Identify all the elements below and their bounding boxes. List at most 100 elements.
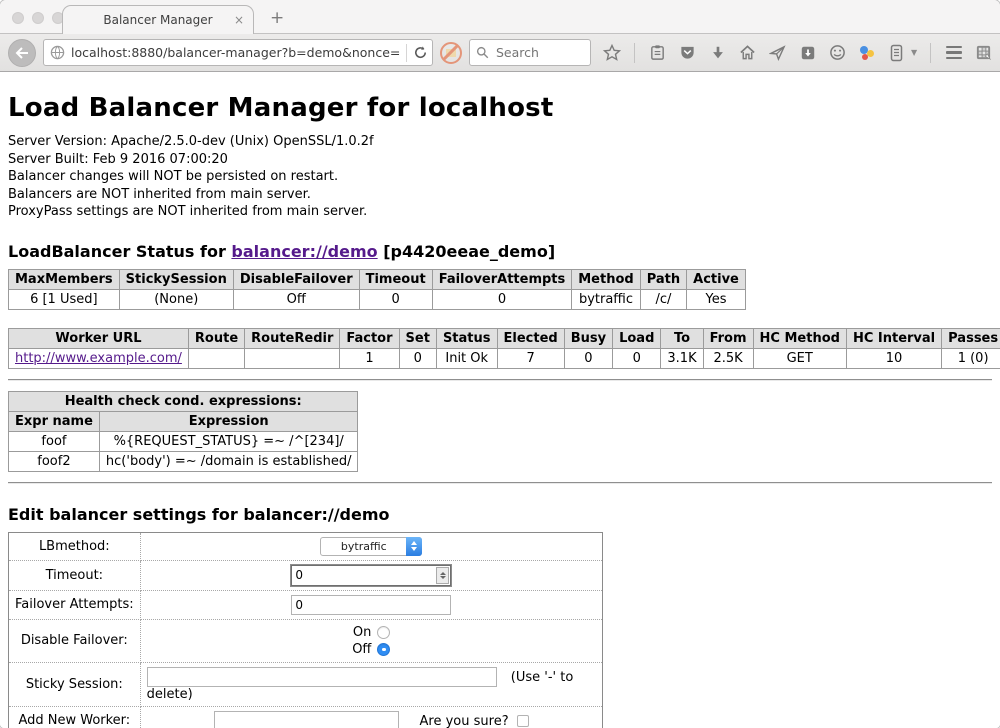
col-to: To bbox=[661, 328, 703, 348]
send-plane-icon[interactable] bbox=[768, 43, 787, 62]
disable-failover-radios: On Off bbox=[352, 624, 390, 658]
lbmethod-row: LBmethod: bytraffic bbox=[9, 532, 603, 560]
health-table-row: foof2 hc('body') =~ /domain is establish… bbox=[9, 451, 358, 471]
toolbar-divider bbox=[634, 43, 635, 63]
add-worker-label: Add New Worker: bbox=[9, 706, 141, 728]
timeout-label: Timeout: bbox=[9, 560, 141, 590]
col-failoverattempts: FailoverAttempts bbox=[432, 269, 572, 289]
number-spinner-icon[interactable] bbox=[436, 567, 449, 584]
chevron-down-icon[interactable]: ▼ bbox=[911, 48, 917, 57]
radio-on[interactable] bbox=[377, 626, 390, 639]
window-controls[interactable] bbox=[12, 12, 64, 24]
expr-name-foof: foof bbox=[9, 431, 100, 451]
val-route bbox=[188, 348, 244, 368]
tab-balancer-manager[interactable]: Balancer Manager × bbox=[62, 5, 254, 34]
search-icon bbox=[476, 46, 489, 59]
col-passes: Passes bbox=[942, 328, 1000, 348]
worker-url-link[interactable]: http://www.example.com/ bbox=[15, 351, 182, 366]
col-routeredir: RouteRedir bbox=[245, 328, 340, 348]
val-hc-interval: 10 bbox=[846, 348, 941, 368]
lbmethod-select[interactable]: bytraffic bbox=[320, 537, 422, 556]
minimize-window-button[interactable] bbox=[32, 12, 44, 24]
timeout-input-wrap bbox=[291, 565, 451, 586]
script-blocked-icon[interactable] bbox=[440, 42, 462, 64]
val-load: 0 bbox=[613, 348, 661, 368]
feedback-smiley-icon[interactable] bbox=[828, 43, 847, 62]
search-input[interactable] bbox=[494, 44, 584, 61]
col-from: From bbox=[703, 328, 753, 348]
col-set: Set bbox=[399, 328, 436, 348]
status-heading-suffix: [p4420eeae_demo] bbox=[378, 242, 556, 261]
col-factor: Factor bbox=[340, 328, 399, 348]
back-arrow-icon bbox=[15, 47, 29, 59]
select-stepper-icon bbox=[406, 537, 422, 556]
col-elected: Elected bbox=[497, 328, 564, 348]
server-version-line: Server Version: Apache/2.5.0-dev (Unix) … bbox=[8, 133, 992, 151]
notes-list-icon[interactable] bbox=[887, 43, 906, 62]
worker-url-cell: http://www.example.com/ bbox=[9, 348, 189, 368]
url-text[interactable]: localhost:8880/balancer-manager?b=demo&n… bbox=[71, 45, 400, 60]
page-content: Load Balancer Manager for localhost Serv… bbox=[0, 93, 1000, 728]
search-bar[interactable] bbox=[469, 39, 591, 66]
back-button[interactable] bbox=[8, 39, 36, 67]
menu-hamburger-icon[interactable] bbox=[944, 43, 963, 62]
browser-window: Balancer Manager × + localhost:8880/bala… bbox=[0, 0, 1000, 728]
balancer-table-row: 6 [1 Used] (None) Off 0 0 bytraffic /c/ … bbox=[9, 289, 746, 309]
add-worker-input[interactable] bbox=[214, 711, 399, 728]
col-stickysession: StickySession bbox=[119, 269, 233, 289]
val-disablefailover: Off bbox=[233, 289, 359, 309]
lbmethod-label: LBmethod: bbox=[9, 532, 141, 560]
new-tab-button[interactable]: + bbox=[270, 8, 284, 28]
col-method: Method bbox=[572, 269, 640, 289]
toolbar-icons: ▼ bbox=[602, 43, 993, 63]
proxypass-note-line: ProxyPass settings are NOT inherited fro… bbox=[8, 203, 992, 221]
are-you-sure-checkbox[interactable] bbox=[517, 715, 529, 727]
val-timeout: 0 bbox=[359, 289, 432, 309]
download-panel-icon[interactable] bbox=[798, 43, 817, 62]
tab-close-icon[interactable]: × bbox=[234, 13, 244, 27]
col-worker-url: Worker URL bbox=[9, 328, 189, 348]
col-active: Active bbox=[687, 269, 746, 289]
close-window-button[interactable] bbox=[12, 12, 24, 24]
sticky-session-row: Sticky Session: (Use '-' to delete) bbox=[9, 662, 603, 706]
edit-balancer-heading: Edit balancer settings for balancer://de… bbox=[8, 505, 992, 524]
col-status: Status bbox=[436, 328, 497, 348]
pocket-icon[interactable] bbox=[678, 43, 697, 62]
timeout-input[interactable] bbox=[292, 568, 436, 582]
val-hc-method: GET bbox=[753, 348, 846, 368]
val-routeredir bbox=[245, 348, 340, 368]
val-active: Yes bbox=[687, 289, 746, 309]
col-load: Load bbox=[613, 328, 661, 348]
col-hc-interval: HC Interval bbox=[846, 328, 941, 348]
val-elected: 7 bbox=[497, 348, 564, 368]
home-icon[interactable] bbox=[738, 43, 757, 62]
sticky-session-input[interactable] bbox=[147, 667, 497, 687]
sticky-session-label: Sticky Session: bbox=[9, 662, 141, 706]
balancer-demo-link[interactable]: balancer://demo bbox=[231, 242, 377, 261]
screenshot-grid-icon[interactable] bbox=[974, 43, 993, 62]
url-bar[interactable]: localhost:8880/balancer-manager?b=demo&n… bbox=[43, 39, 433, 66]
col-maxmembers: MaxMembers bbox=[9, 269, 120, 289]
disable-failover-label: Disable Failover: bbox=[9, 619, 141, 662]
add-worker-row: Add New Worker: Are you sure? bbox=[9, 706, 603, 728]
lbmethod-selected-value: bytraffic bbox=[321, 540, 406, 553]
reload-icon[interactable] bbox=[413, 45, 428, 60]
site-globe-icon[interactable] bbox=[50, 45, 65, 60]
failover-attempts-label: Failover Attempts: bbox=[9, 590, 141, 619]
edit-balancer-form: LBmethod: bytraffic Timeout: bbox=[8, 532, 603, 728]
failover-attempts-input[interactable] bbox=[291, 595, 451, 615]
download-arrow-icon[interactable] bbox=[708, 43, 727, 62]
radio-off[interactable] bbox=[377, 643, 390, 656]
bookmark-star-icon[interactable] bbox=[602, 43, 621, 62]
col-expression: Expression bbox=[99, 411, 358, 431]
reading-list-icon[interactable] bbox=[648, 43, 667, 62]
val-failoverattempts: 0 bbox=[432, 289, 572, 309]
toolbar-divider-2 bbox=[930, 43, 931, 63]
extension-colordots-icon[interactable] bbox=[858, 44, 876, 62]
server-built-line: Server Built: Feb 9 2016 07:00:20 bbox=[8, 151, 992, 169]
status-heading-prefix: LoadBalancer Status for bbox=[8, 242, 231, 261]
col-path: Path bbox=[640, 269, 686, 289]
divider bbox=[8, 482, 992, 484]
col-route: Route bbox=[188, 328, 244, 348]
failover-attempts-row: Failover Attempts: bbox=[9, 590, 603, 619]
